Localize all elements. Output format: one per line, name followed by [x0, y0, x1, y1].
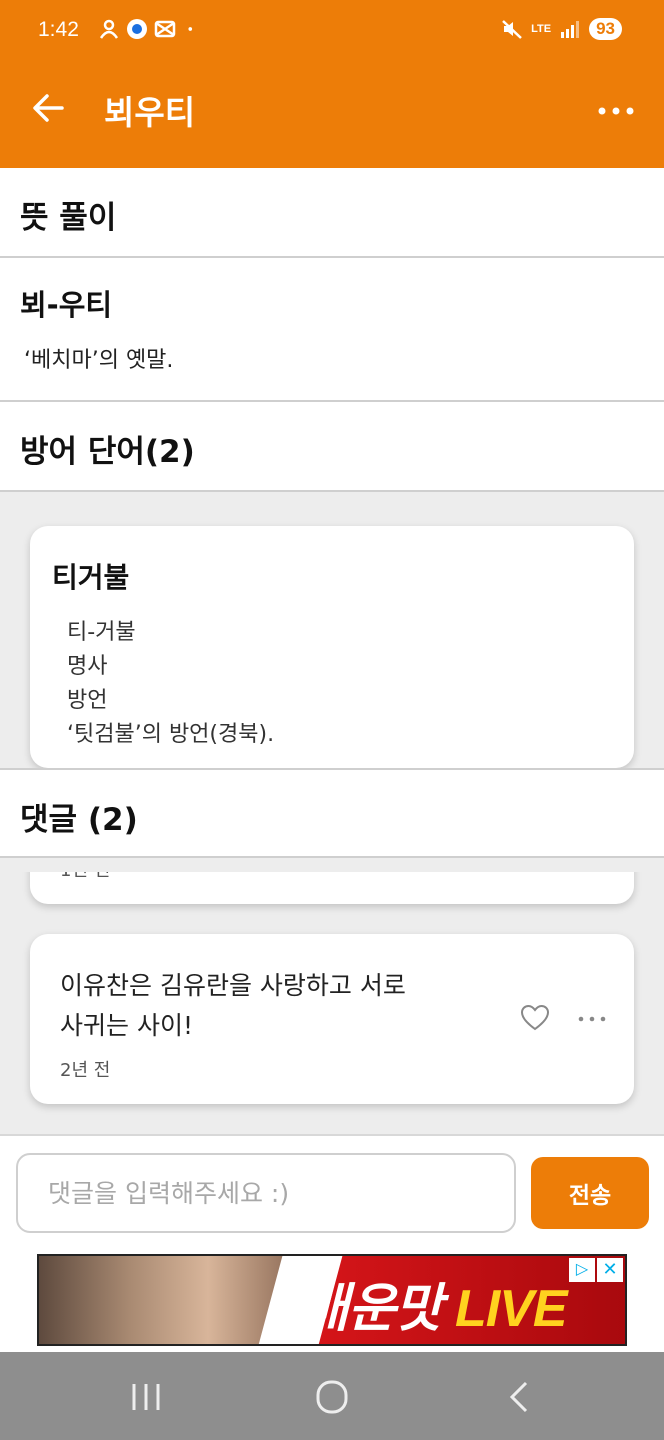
comments-header: 댓글 (2) — [0, 768, 664, 858]
comments-heading: 댓글 (2) — [20, 802, 138, 838]
ad-text-main: 매운맛 — [301, 1280, 443, 1338]
ad-banner[interactable]: 매운맛 LIVE ▷ ✕ — [37, 1254, 627, 1346]
dialect-heading: 방어 단어(2) — [20, 434, 195, 470]
dialect-line: 방언 — [67, 688, 108, 713]
send-button[interactable]: 전송 — [531, 1157, 649, 1229]
dialect-line: 티-거불 — [67, 620, 136, 645]
definition-word: 뵈-우티 — [20, 288, 113, 322]
scroll-mask — [0, 858, 664, 872]
home-icon[interactable] — [312, 1380, 352, 1414]
heart-icon[interactable] — [520, 1004, 550, 1032]
comment-input[interactable] — [16, 1153, 516, 1233]
app-bar: 뵈우티 — [0, 64, 664, 168]
ad-close-icon[interactable]: ✕ — [597, 1258, 623, 1282]
comment-text-line: 사귀는 사이! — [60, 1011, 193, 1040]
battery-icon: 93 — [589, 18, 622, 40]
person-icon — [99, 19, 119, 39]
meaning-header: 뜻 풀이 — [0, 168, 664, 258]
ad-text-accent: LIVE — [454, 1280, 568, 1338]
recent-apps-icon[interactable] — [126, 1380, 166, 1414]
mute-icon — [502, 20, 522, 39]
ad-choices-icon[interactable]: ▷ — [569, 1258, 595, 1282]
comment-date: 2년 전 — [60, 1060, 111, 1081]
comment-text-line: 이유찬은 김유란을 사랑하고 서로 — [60, 971, 406, 1000]
definition-text: ‘베치마’의 옛말. — [24, 348, 174, 373]
lte-icon: LTE — [531, 23, 552, 35]
comment-card[interactable]: 이유찬은 김유란을 사랑하고 서로 사귀는 사이! 2년 전 — [30, 934, 634, 1104]
signal-icon — [561, 21, 580, 38]
status-right-icons: LTE 93 — [501, 18, 622, 40]
system-nav-bar — [0, 1352, 664, 1440]
arrow-left-icon[interactable] — [28, 88, 68, 128]
comment-text: 이유찬은 김유란을 사랑하고 서로 사귀는 사이! — [60, 966, 480, 1046]
status-left-icons — [98, 18, 198, 40]
dialect-header: 방어 단어(2) — [0, 402, 664, 492]
ad-text: 매운맛 LIVE — [301, 1266, 568, 1341]
comment-input-bar: 전송 — [0, 1134, 664, 1250]
dialect-line: 명사 — [67, 654, 108, 679]
dialect-word: 티거불 — [52, 561, 130, 594]
messenger-icon — [127, 19, 147, 39]
back-nav-icon[interactable] — [500, 1380, 540, 1414]
ad-image — [39, 1256, 299, 1344]
dialect-line: ‘팃검불’의 방언(경북). — [67, 722, 275, 747]
more-horizontal-icon[interactable] — [596, 94, 636, 128]
dialect-card[interactable]: 티거불 티-거불 명사 방언 ‘팃검불’의 방언(경북). — [30, 526, 634, 768]
dot-icon — [188, 27, 193, 31]
page-title: 뵈우티 — [104, 93, 196, 132]
status-time: 1:42 — [38, 18, 79, 41]
more-horizontal-icon[interactable] — [576, 1012, 608, 1026]
definition-block: 뵈-우티 ‘베치마’의 옛말. — [0, 258, 664, 402]
status-bar: 1:42 LTE 93 — [0, 0, 664, 64]
ad-area: 매운맛 LIVE ▷ ✕ — [0, 1250, 664, 1352]
mail-icon — [154, 20, 176, 38]
meaning-heading: 뜻 풀이 — [20, 200, 117, 236]
